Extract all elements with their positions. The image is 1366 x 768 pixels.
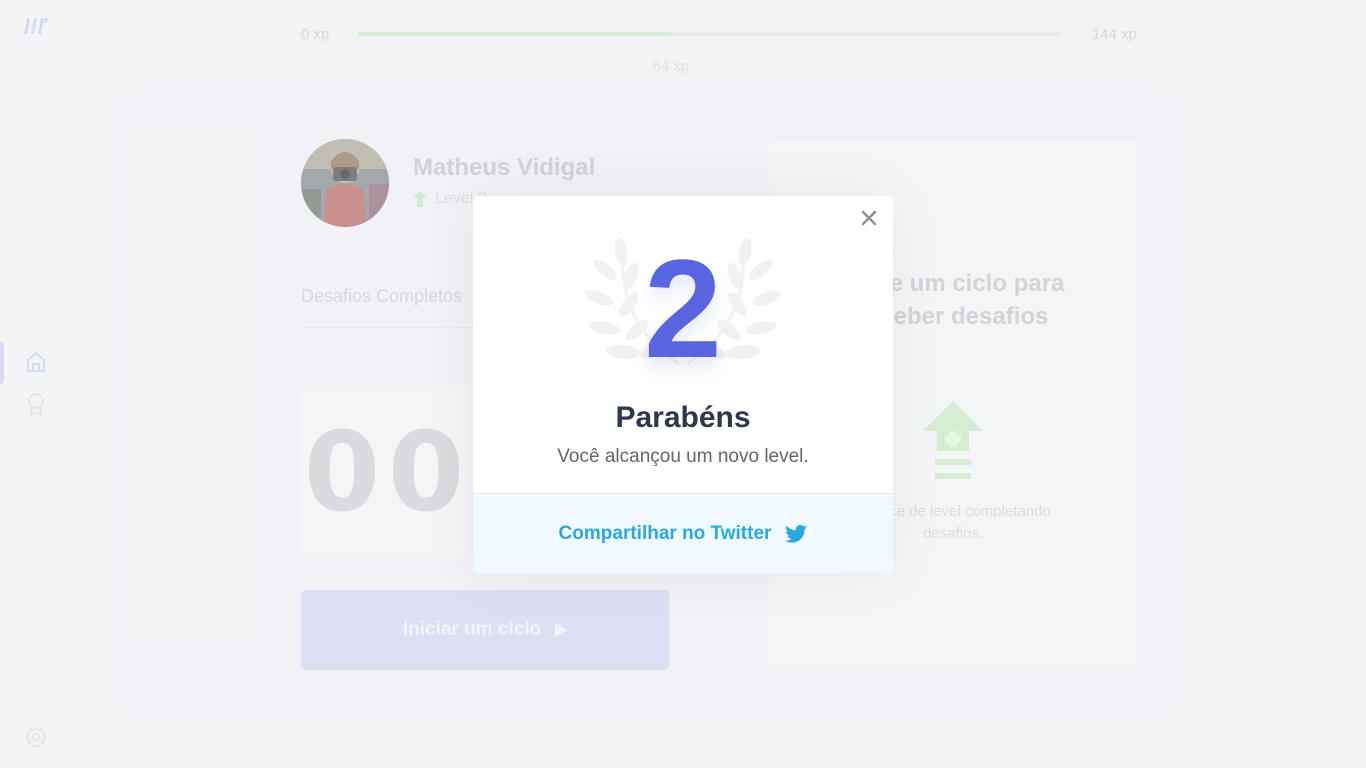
level-up-modal: 2 Parabéns Você alcançou um novo level. … bbox=[473, 196, 893, 573]
close-icon bbox=[861, 210, 877, 226]
modal-message: Você alcançou um novo level. bbox=[557, 446, 809, 467]
twitter-icon bbox=[785, 525, 808, 543]
share-twitter-label: Compartilhar no Twitter bbox=[558, 523, 772, 544]
level-number: 2 bbox=[644, 230, 722, 387]
level-badge: 2 bbox=[583, 234, 783, 384]
modal-title: Parabéns bbox=[615, 401, 751, 434]
share-twitter-button[interactable]: Compartilhar no Twitter bbox=[473, 494, 893, 573]
modal-footer: Compartilhar no Twitter bbox=[473, 493, 893, 573]
close-button[interactable] bbox=[859, 208, 879, 228]
